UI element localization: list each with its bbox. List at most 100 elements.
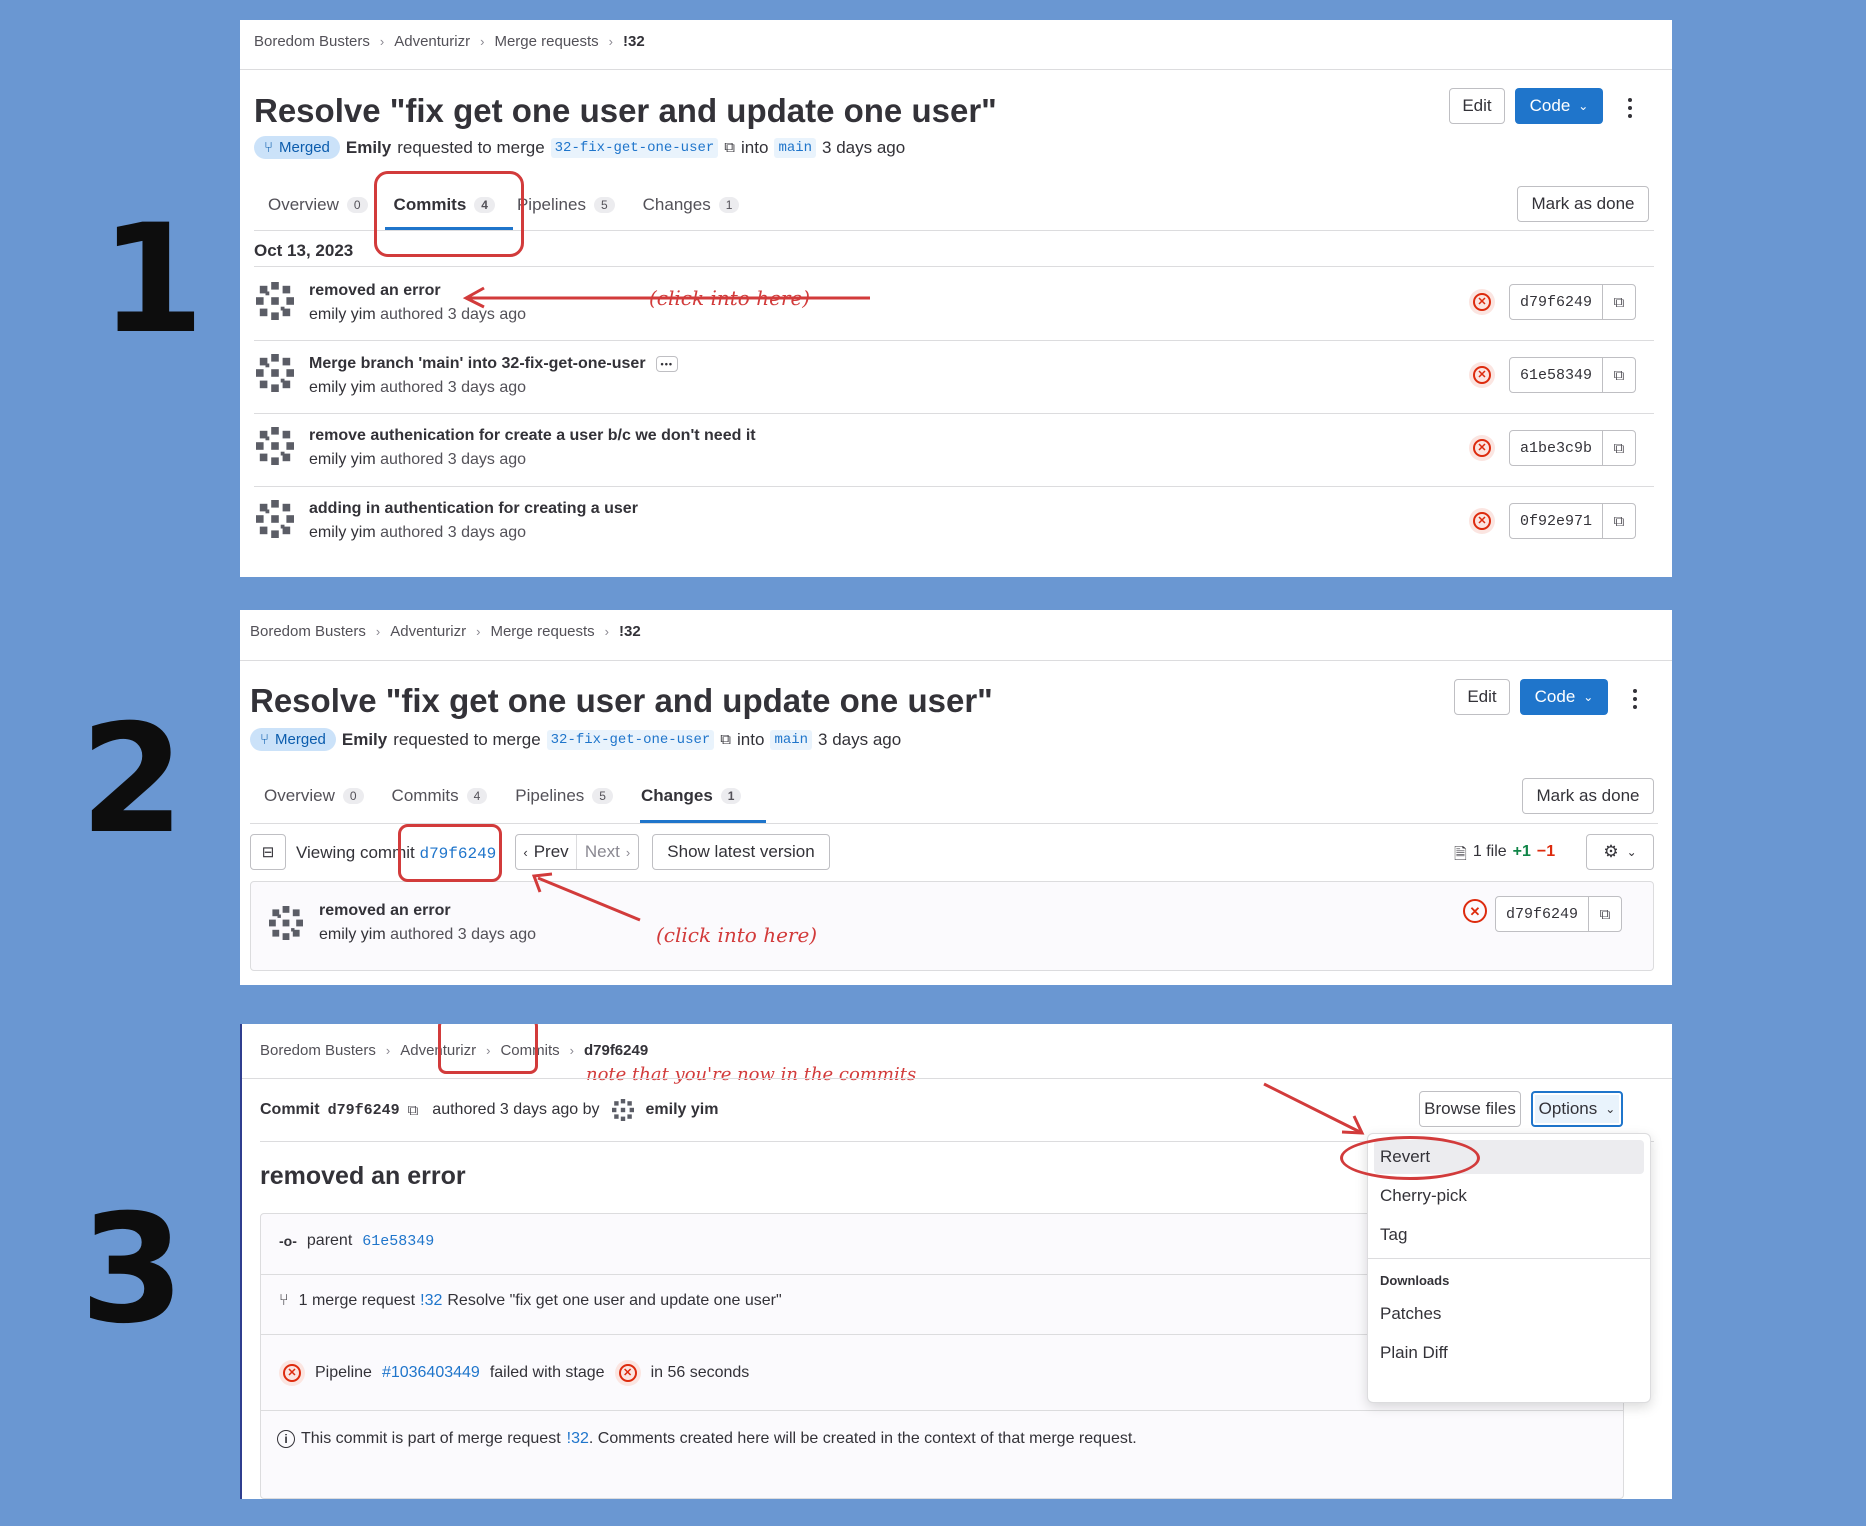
avatar[interactable] — [269, 906, 303, 940]
edit-button[interactable]: Edit — [1449, 88, 1505, 124]
pipeline-failed-icon[interactable]: ✕ — [1469, 508, 1495, 534]
tab-pipelines[interactable]: Pipelines 5 — [517, 195, 615, 215]
breadcrumb-group[interactable]: Boredom Busters — [260, 1042, 376, 1059]
mark-as-done-button[interactable]: Mark as done — [1517, 186, 1649, 222]
panel-changes-tab: Boredom Busters › Adventurizr › Merge requ… — [240, 610, 1672, 985]
breadcrumb-mr[interactable]: !32 — [623, 33, 645, 50]
source-branch[interactable]: 32-fix-get-one-user — [550, 137, 719, 158]
copy-icon[interactable]: ⧉ — [1603, 358, 1635, 392]
avatar[interactable] — [256, 427, 294, 465]
copy-icon[interactable]: ⧉ — [724, 139, 735, 156]
avatar[interactable] — [256, 354, 294, 392]
edit-button[interactable]: Edit — [1454, 679, 1510, 715]
pipeline-failed-icon[interactable]: ✕ — [1469, 435, 1495, 461]
avatar[interactable] — [256, 500, 294, 538]
commit-title[interactable]: adding in authentication for creating a … — [309, 500, 638, 518]
pipeline-id-link[interactable]: #1036403449 — [382, 1364, 480, 1382]
code-button[interactable]: Code ⌄ — [1520, 679, 1608, 715]
commit-icon: -o- — [279, 1233, 297, 1249]
breadcrumb-group[interactable]: Boredom Busters — [254, 33, 370, 50]
commit-title[interactable]: removed an error — [309, 282, 441, 300]
step-number-2: 2 — [80, 693, 185, 867]
menu-item-tag[interactable]: Tag — [1380, 1225, 1407, 1245]
browse-files-button[interactable]: Browse files — [1419, 1091, 1521, 1127]
commit-sha[interactable]: 61e58349 — [1510, 358, 1604, 392]
mr-author[interactable]: Emily — [342, 730, 387, 750]
tab-changes[interactable]: Changes 1 — [643, 195, 740, 215]
target-branch[interactable]: main — [770, 729, 813, 750]
deletions-count: −1 — [1536, 843, 1556, 860]
options-button[interactable]: Options ⌄ — [1531, 1091, 1623, 1127]
commit-sha[interactable]: d79f6249 — [1510, 285, 1604, 319]
tab-pipelines[interactable]: Pipelines 5 — [515, 786, 613, 806]
menu-item-plain-diff[interactable]: Plain Diff — [1380, 1343, 1448, 1363]
pipeline-failed-icon[interactable]: ✕ — [1460, 896, 1490, 926]
pipeline-failed-icon[interactable]: ✕ — [1469, 289, 1495, 315]
mr-author[interactable]: Emily — [346, 138, 391, 158]
code-button-label: Code — [1534, 687, 1576, 706]
stage-failed-icon[interactable]: ✕ — [614, 1360, 641, 1386]
breadcrumb-project[interactable]: Adventurizr — [394, 33, 470, 50]
commit-author[interactable]: emily yim — [646, 1101, 719, 1119]
tab-overview[interactable]: Overview 0 — [268, 195, 368, 215]
expand-description-button[interactable]: ••• — [655, 356, 678, 372]
more-actions-icon[interactable] — [1627, 98, 1633, 118]
merge-request-icon: ⑂ — [279, 1292, 289, 1309]
breadcrumb-mr[interactable]: !32 — [619, 623, 641, 640]
commit-sha[interactable]: 0f92e971 — [1510, 504, 1604, 538]
code-button-label: Code — [1529, 96, 1571, 115]
more-actions-icon[interactable] — [1632, 689, 1638, 709]
pipeline-failed-icon[interactable]: ✕ — [1469, 362, 1495, 388]
merge-icon: ⑂ — [264, 139, 274, 156]
panel-commit-page: Boredom Busters › Adventurizr › Commits › d… — [240, 1024, 1672, 1499]
menu-item-patches[interactable]: Patches — [1380, 1304, 1441, 1324]
mr-link[interactable]: !32 — [420, 1292, 442, 1310]
mr-time: 3 days ago — [818, 729, 902, 749]
menu-item-cherry-pick[interactable]: Cherry-pick — [1380, 1186, 1467, 1206]
tab-changes[interactable]: Changes 1 — [641, 786, 742, 806]
copy-icon[interactable]: ⧉ — [1589, 897, 1621, 931]
breadcrumb-section[interactable]: Merge requests — [494, 33, 598, 50]
requested-text: requested to merge — [397, 137, 545, 157]
show-latest-version-button[interactable]: Show latest version — [652, 834, 830, 870]
commit-title[interactable]: Merge branch 'main' into 32-fix-get-one-… — [309, 355, 678, 373]
copy-icon[interactable]: ⧉ — [1603, 431, 1635, 465]
commits-date: Oct 13, 2023 — [254, 241, 354, 260]
step-number-3: 3 — [80, 1183, 185, 1357]
copy-icon[interactable]: ⧉ — [1603, 285, 1635, 319]
breadcrumb-sha[interactable]: d79f6249 — [584, 1042, 648, 1059]
commit-meta: emily yim authored 3 days ago — [309, 451, 527, 468]
annotation-text: (click into here) — [649, 286, 811, 310]
breadcrumb-project[interactable]: Adventurizr — [390, 623, 466, 640]
copy-icon[interactable]: ⧉ — [408, 1102, 419, 1119]
copy-icon[interactable]: ⧉ — [720, 731, 731, 748]
annotation-arrow — [531, 872, 641, 922]
info-mr-link[interactable]: !32 — [567, 1430, 589, 1448]
panel-commits-tab: Boredom Busters › Adventurizr › Merge requ… — [240, 20, 1672, 577]
file-tree-toggle-button[interactable]: ⊟ — [250, 834, 286, 870]
parent-sha-link[interactable]: 61e58349 — [362, 1233, 434, 1250]
breadcrumb-group[interactable]: Boredom Busters — [250, 623, 366, 640]
copy-icon[interactable]: ⧉ — [1603, 504, 1635, 538]
diff-stats: 🗎 1 file +1 −1 — [1454, 843, 1555, 870]
commit-sha[interactable]: d79f6249 — [1496, 897, 1590, 931]
next-button[interactable]: Next › — [577, 835, 638, 869]
prev-button[interactable]: ‹ Prev — [516, 835, 578, 869]
target-branch[interactable]: main — [774, 137, 817, 158]
commit-title[interactable]: remove authenication for create a user b… — [309, 427, 756, 445]
breadcrumb: Boredom Busters › Adventurizr › Merge requ… — [250, 623, 641, 640]
mark-as-done-button[interactable]: Mark as done — [1522, 778, 1654, 814]
source-branch[interactable]: 32-fix-get-one-user — [546, 729, 715, 750]
avatar[interactable] — [611, 1099, 634, 1121]
tab-overview[interactable]: Overview 0 — [264, 786, 364, 806]
code-button[interactable]: Code ⌄ — [1515, 88, 1603, 124]
pipeline-failed-icon[interactable]: ✕ — [279, 1360, 305, 1386]
breadcrumb-section[interactable]: Merge requests — [490, 623, 594, 640]
additions-count: +1 — [1512, 843, 1531, 860]
avatar[interactable] — [256, 282, 294, 320]
diff-settings-button[interactable]: ⚙ ⌄ — [1586, 834, 1654, 870]
chevron-right-icon: › — [625, 844, 631, 860]
commit-title[interactable]: removed an error — [319, 902, 451, 920]
commit-sha[interactable]: a1be3c9b — [1510, 431, 1604, 465]
tab-commits[interactable]: Commits 4 — [392, 786, 488, 806]
